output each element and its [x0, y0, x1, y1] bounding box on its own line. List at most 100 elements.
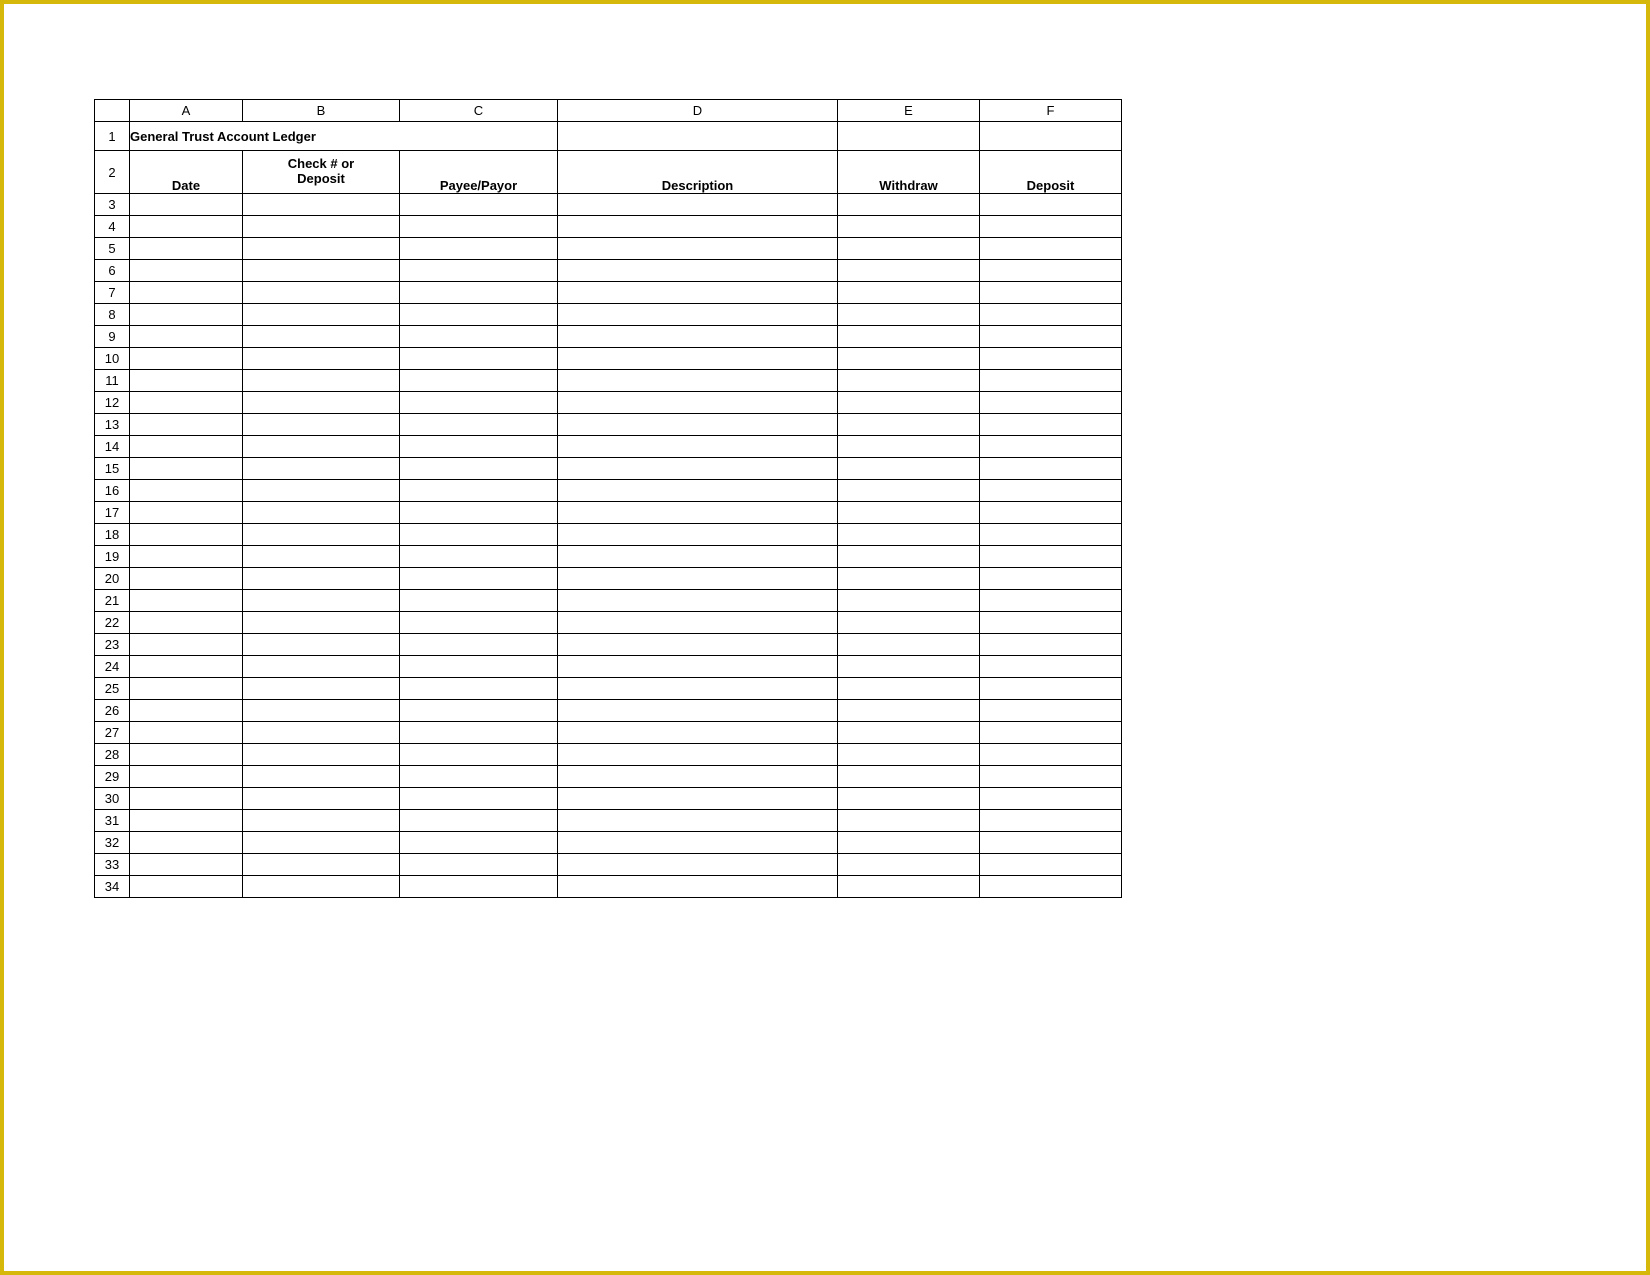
- cell[interactable]: [838, 568, 980, 590]
- cell[interactable]: [130, 634, 243, 656]
- cell[interactable]: [400, 216, 558, 238]
- cell[interactable]: [130, 304, 243, 326]
- row-header[interactable]: 21: [95, 590, 130, 612]
- row-header[interactable]: 10: [95, 348, 130, 370]
- cell[interactable]: [558, 216, 838, 238]
- cell[interactable]: [980, 480, 1122, 502]
- cell[interactable]: [838, 700, 980, 722]
- cell[interactable]: [558, 810, 838, 832]
- cell[interactable]: [130, 392, 243, 414]
- cell[interactable]: [130, 612, 243, 634]
- cell[interactable]: [838, 810, 980, 832]
- cell[interactable]: [558, 502, 838, 524]
- cell[interactable]: [838, 392, 980, 414]
- cell[interactable]: [130, 436, 243, 458]
- col-header-b[interactable]: B: [243, 100, 400, 122]
- cell[interactable]: [243, 766, 400, 788]
- cell[interactable]: [838, 122, 980, 151]
- cell[interactable]: [558, 854, 838, 876]
- cell[interactable]: [130, 216, 243, 238]
- row-header[interactable]: 3: [95, 194, 130, 216]
- cell[interactable]: [130, 458, 243, 480]
- row-header[interactable]: 17: [95, 502, 130, 524]
- cell[interactable]: [400, 260, 558, 282]
- header-withdraw[interactable]: Withdraw: [838, 151, 980, 194]
- cell[interactable]: [400, 502, 558, 524]
- cell[interactable]: [558, 436, 838, 458]
- row-header[interactable]: 18: [95, 524, 130, 546]
- cell[interactable]: [980, 590, 1122, 612]
- row-header[interactable]: 4: [95, 216, 130, 238]
- cell[interactable]: [400, 546, 558, 568]
- cell[interactable]: [558, 568, 838, 590]
- cell[interactable]: [558, 788, 838, 810]
- row-header[interactable]: 16: [95, 480, 130, 502]
- cell[interactable]: [130, 700, 243, 722]
- cell[interactable]: [243, 722, 400, 744]
- header-date[interactable]: Date: [130, 151, 243, 194]
- cell[interactable]: [838, 348, 980, 370]
- cell[interactable]: [838, 744, 980, 766]
- cell[interactable]: [400, 392, 558, 414]
- cell[interactable]: [558, 700, 838, 722]
- cell[interactable]: [243, 524, 400, 546]
- cell[interactable]: [838, 238, 980, 260]
- row-header[interactable]: 29: [95, 766, 130, 788]
- cell[interactable]: [980, 766, 1122, 788]
- cell[interactable]: [243, 414, 400, 436]
- row-header[interactable]: 8: [95, 304, 130, 326]
- cell[interactable]: [838, 502, 980, 524]
- cell[interactable]: [838, 656, 980, 678]
- cell[interactable]: [130, 194, 243, 216]
- cell[interactable]: [400, 590, 558, 612]
- cell[interactable]: [838, 876, 980, 898]
- cell[interactable]: [130, 480, 243, 502]
- cell[interactable]: [243, 370, 400, 392]
- cell[interactable]: [838, 282, 980, 304]
- cell[interactable]: [838, 766, 980, 788]
- row-header[interactable]: 14: [95, 436, 130, 458]
- cell[interactable]: [243, 612, 400, 634]
- cell[interactable]: [980, 678, 1122, 700]
- cell[interactable]: [838, 854, 980, 876]
- cell[interactable]: [980, 700, 1122, 722]
- cell[interactable]: [558, 304, 838, 326]
- cell[interactable]: [130, 568, 243, 590]
- cell[interactable]: [980, 348, 1122, 370]
- cell[interactable]: [400, 414, 558, 436]
- cell[interactable]: [243, 634, 400, 656]
- cell[interactable]: [558, 546, 838, 568]
- cell[interactable]: [243, 546, 400, 568]
- cell[interactable]: [980, 216, 1122, 238]
- cell[interactable]: [243, 832, 400, 854]
- cell[interactable]: [243, 238, 400, 260]
- cell[interactable]: [558, 590, 838, 612]
- cell[interactable]: [980, 458, 1122, 480]
- col-header-e[interactable]: E: [838, 100, 980, 122]
- cell[interactable]: [243, 854, 400, 876]
- cell[interactable]: [400, 348, 558, 370]
- cell[interactable]: [838, 480, 980, 502]
- cell[interactable]: [243, 502, 400, 524]
- cell[interactable]: [400, 810, 558, 832]
- cell[interactable]: [980, 370, 1122, 392]
- cell[interactable]: [130, 766, 243, 788]
- row-header[interactable]: 30: [95, 788, 130, 810]
- row-header[interactable]: 12: [95, 392, 130, 414]
- cell[interactable]: [838, 370, 980, 392]
- cell[interactable]: [980, 546, 1122, 568]
- cell[interactable]: [558, 414, 838, 436]
- corner-cell[interactable]: [95, 100, 130, 122]
- row-header[interactable]: 31: [95, 810, 130, 832]
- cell[interactable]: [838, 832, 980, 854]
- cell[interactable]: [243, 678, 400, 700]
- cell[interactable]: [400, 304, 558, 326]
- cell[interactable]: [980, 282, 1122, 304]
- cell[interactable]: [243, 590, 400, 612]
- cell[interactable]: [980, 436, 1122, 458]
- row-header[interactable]: 9: [95, 326, 130, 348]
- cell[interactable]: [400, 678, 558, 700]
- cell[interactable]: [980, 722, 1122, 744]
- cell[interactable]: [558, 370, 838, 392]
- cell[interactable]: [130, 348, 243, 370]
